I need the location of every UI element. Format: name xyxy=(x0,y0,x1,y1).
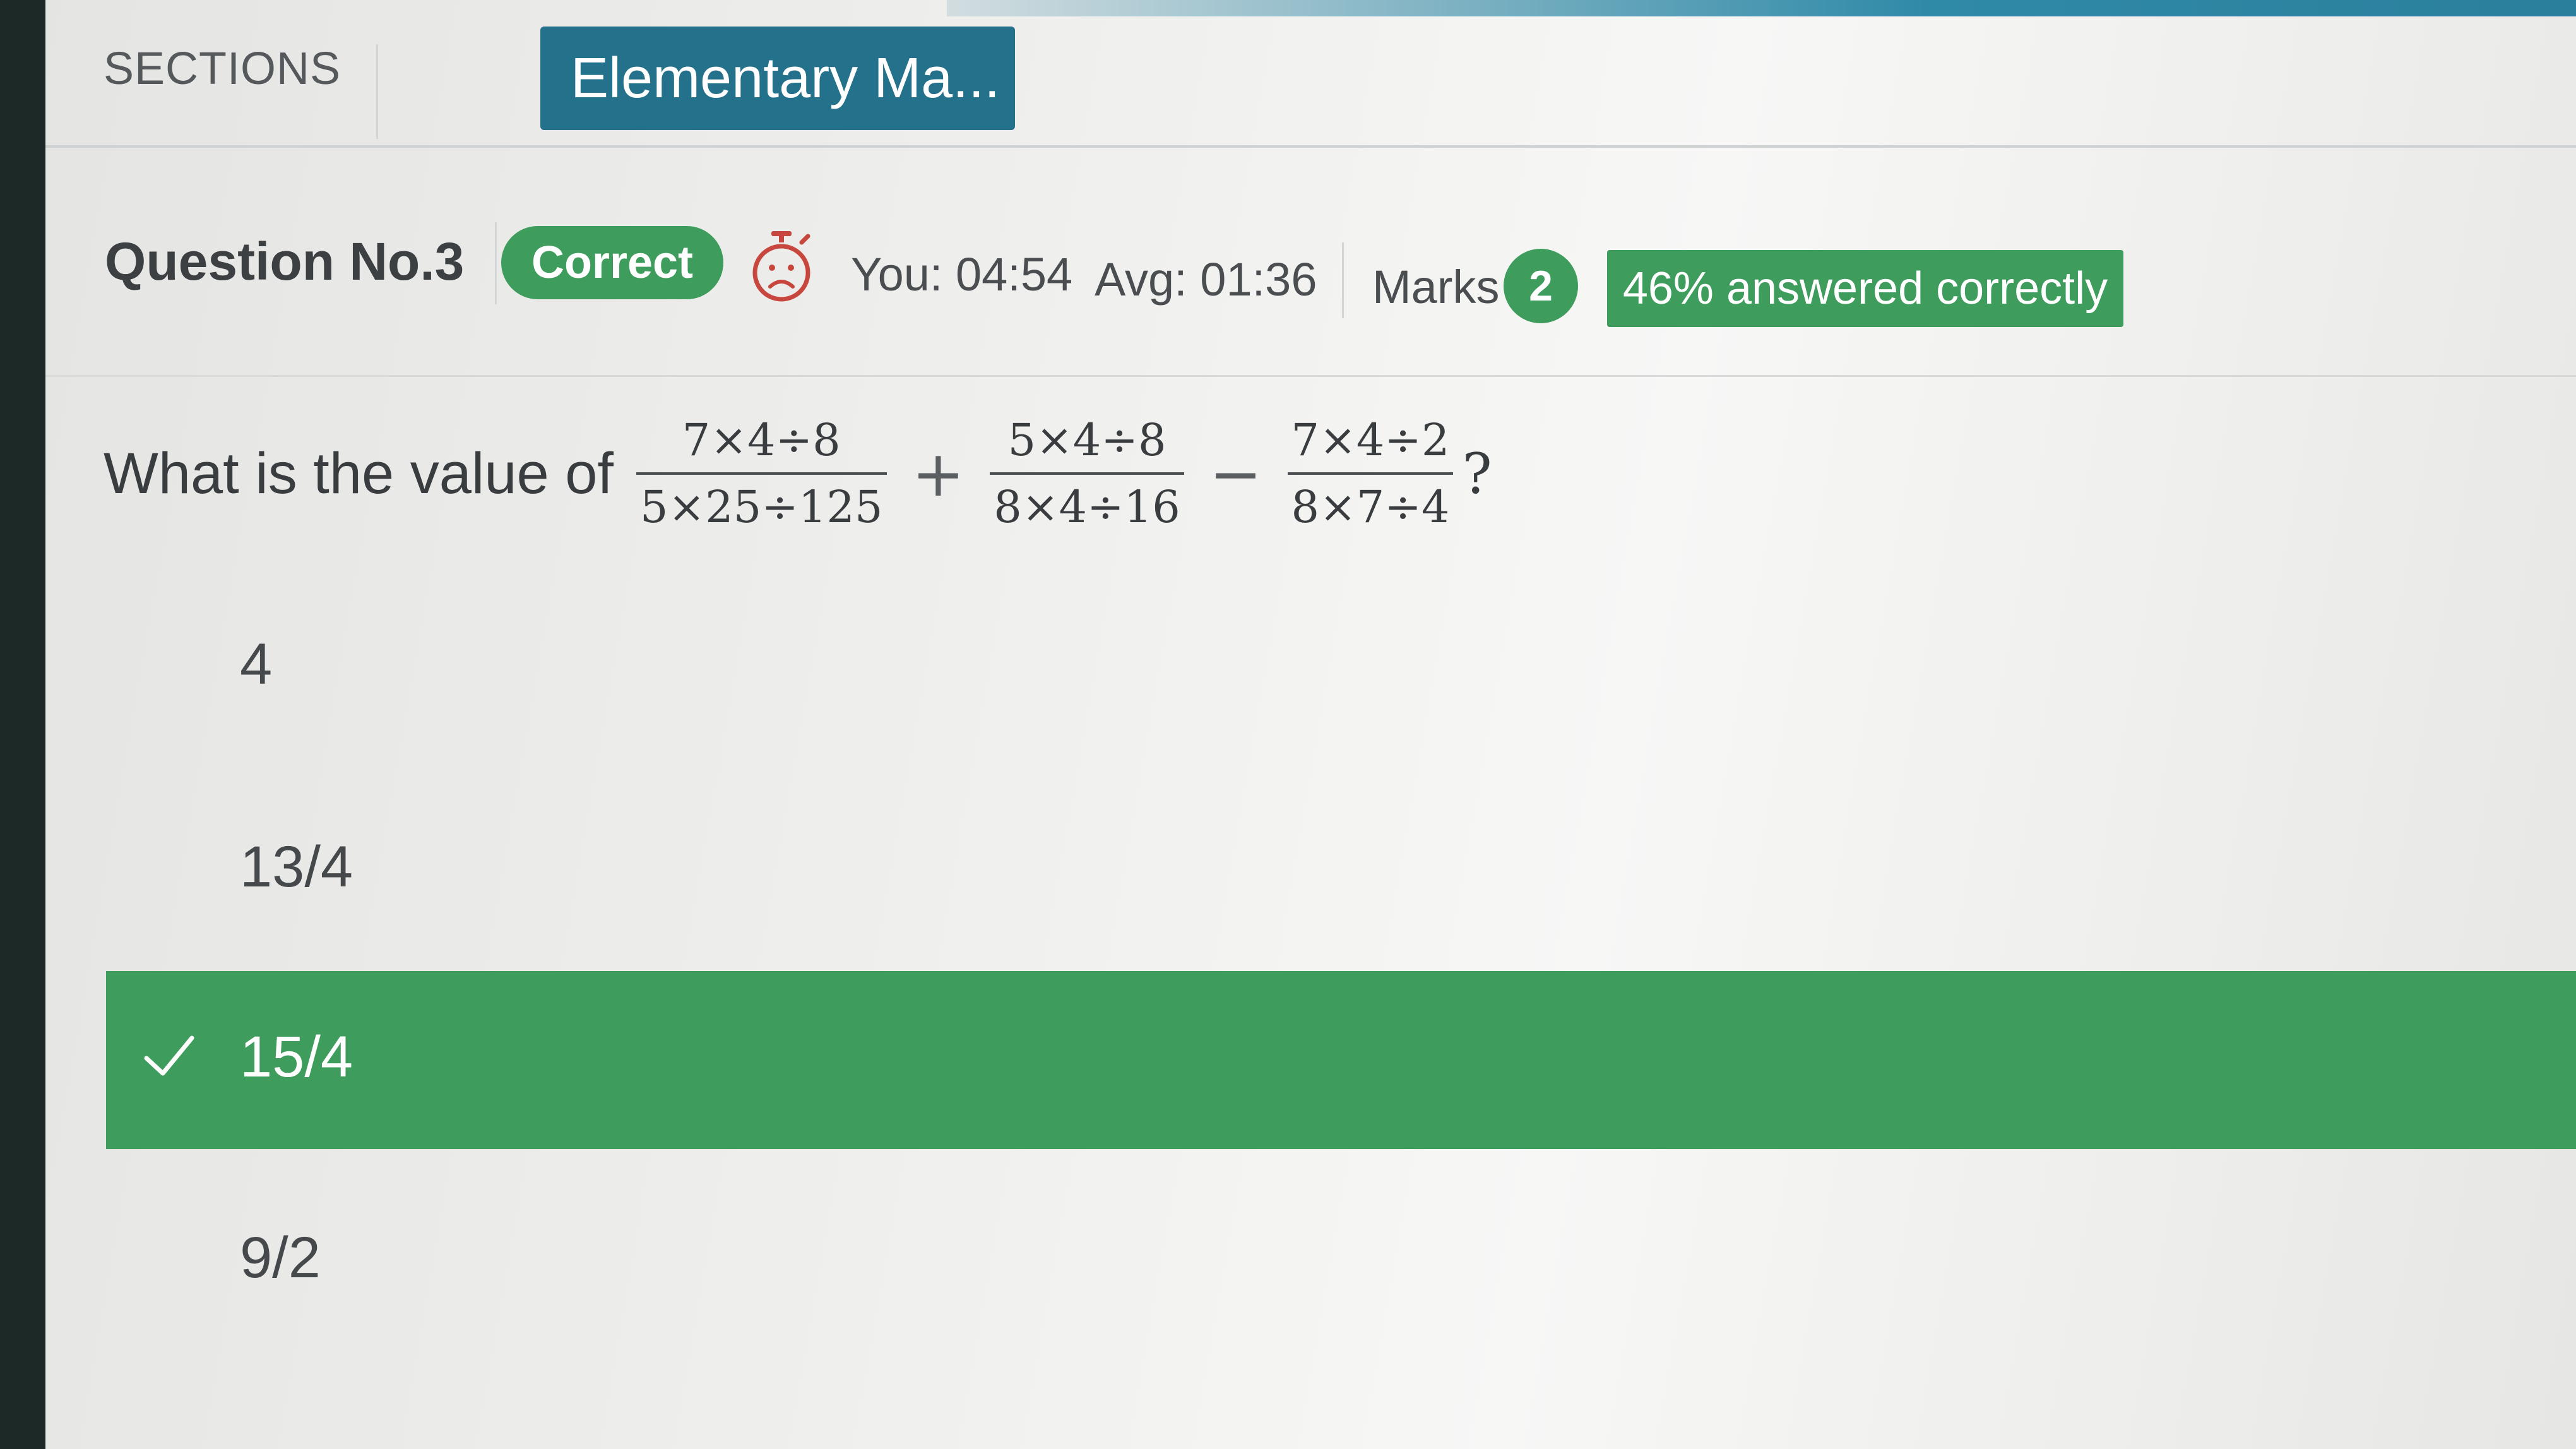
sections-label: SECTIONS xyxy=(104,44,341,94)
plus-operator: + xyxy=(911,436,965,511)
section-tab-elementary-math[interactable]: Elementary Ma... xyxy=(540,27,1015,130)
question-number: Question No.3 xyxy=(105,232,465,291)
answered-correctly-badge: 46% answered correctly xyxy=(1607,250,2123,327)
fraction-numerator: 5×4÷8 xyxy=(1007,414,1166,466)
fraction-term-2: 5×4÷8 8×4÷16 xyxy=(990,414,1184,533)
option-label: 13/4 xyxy=(240,835,353,899)
option-label: 15/4 xyxy=(240,1025,353,1089)
fraction-denominator: 8×7÷4 xyxy=(1287,472,1454,533)
answer-option-selected[interactable]: 15/4 xyxy=(106,971,2576,1149)
screen-bezel xyxy=(0,0,45,1449)
question-prefix: What is the value of xyxy=(104,441,614,506)
header-divider xyxy=(376,44,378,139)
question-text: What is the value of 7×4÷8 5×25÷125 + 5×… xyxy=(104,410,1492,537)
time-average: Avg: 01:36 xyxy=(1095,253,1317,306)
time-you: You: 04:54 xyxy=(851,248,1073,301)
option-label: 4 xyxy=(240,632,273,696)
fraction-denominator: 8×4÷16 xyxy=(990,472,1184,533)
fraction-term-1: 7×4÷8 5×25÷125 xyxy=(636,414,887,533)
answer-option[interactable]: 13/4 xyxy=(106,780,2576,950)
check-icon xyxy=(144,1035,194,1076)
answer-option[interactable]: 4 xyxy=(106,581,2576,751)
marks-label: Marks xyxy=(1372,261,1500,313)
option-label: 9/2 xyxy=(240,1225,321,1290)
stopwatch-sad-face-icon xyxy=(752,231,810,302)
fraction-term-3: 7×4÷2 8×7÷4 xyxy=(1287,414,1454,533)
header-bar: SECTIONS Elementary Ma... xyxy=(45,0,2576,148)
fraction-numerator: 7×4÷8 xyxy=(682,414,841,466)
minus-operator: − xyxy=(1209,436,1262,511)
meta-divider xyxy=(1342,242,1344,318)
answer-option[interactable]: 9/2 xyxy=(106,1174,2576,1345)
marks-badge: 2 xyxy=(1504,249,1578,323)
status-badge: Correct xyxy=(501,226,723,299)
question-mark: ? xyxy=(1462,441,1492,506)
fraction-denominator: 5×25÷125 xyxy=(636,472,887,533)
meta-divider xyxy=(495,222,497,304)
fraction-numerator: 7×4÷2 xyxy=(1291,414,1450,466)
question-meta-bar: Question No.3 Correct You: 04:54 Avg: 01… xyxy=(45,148,2576,377)
